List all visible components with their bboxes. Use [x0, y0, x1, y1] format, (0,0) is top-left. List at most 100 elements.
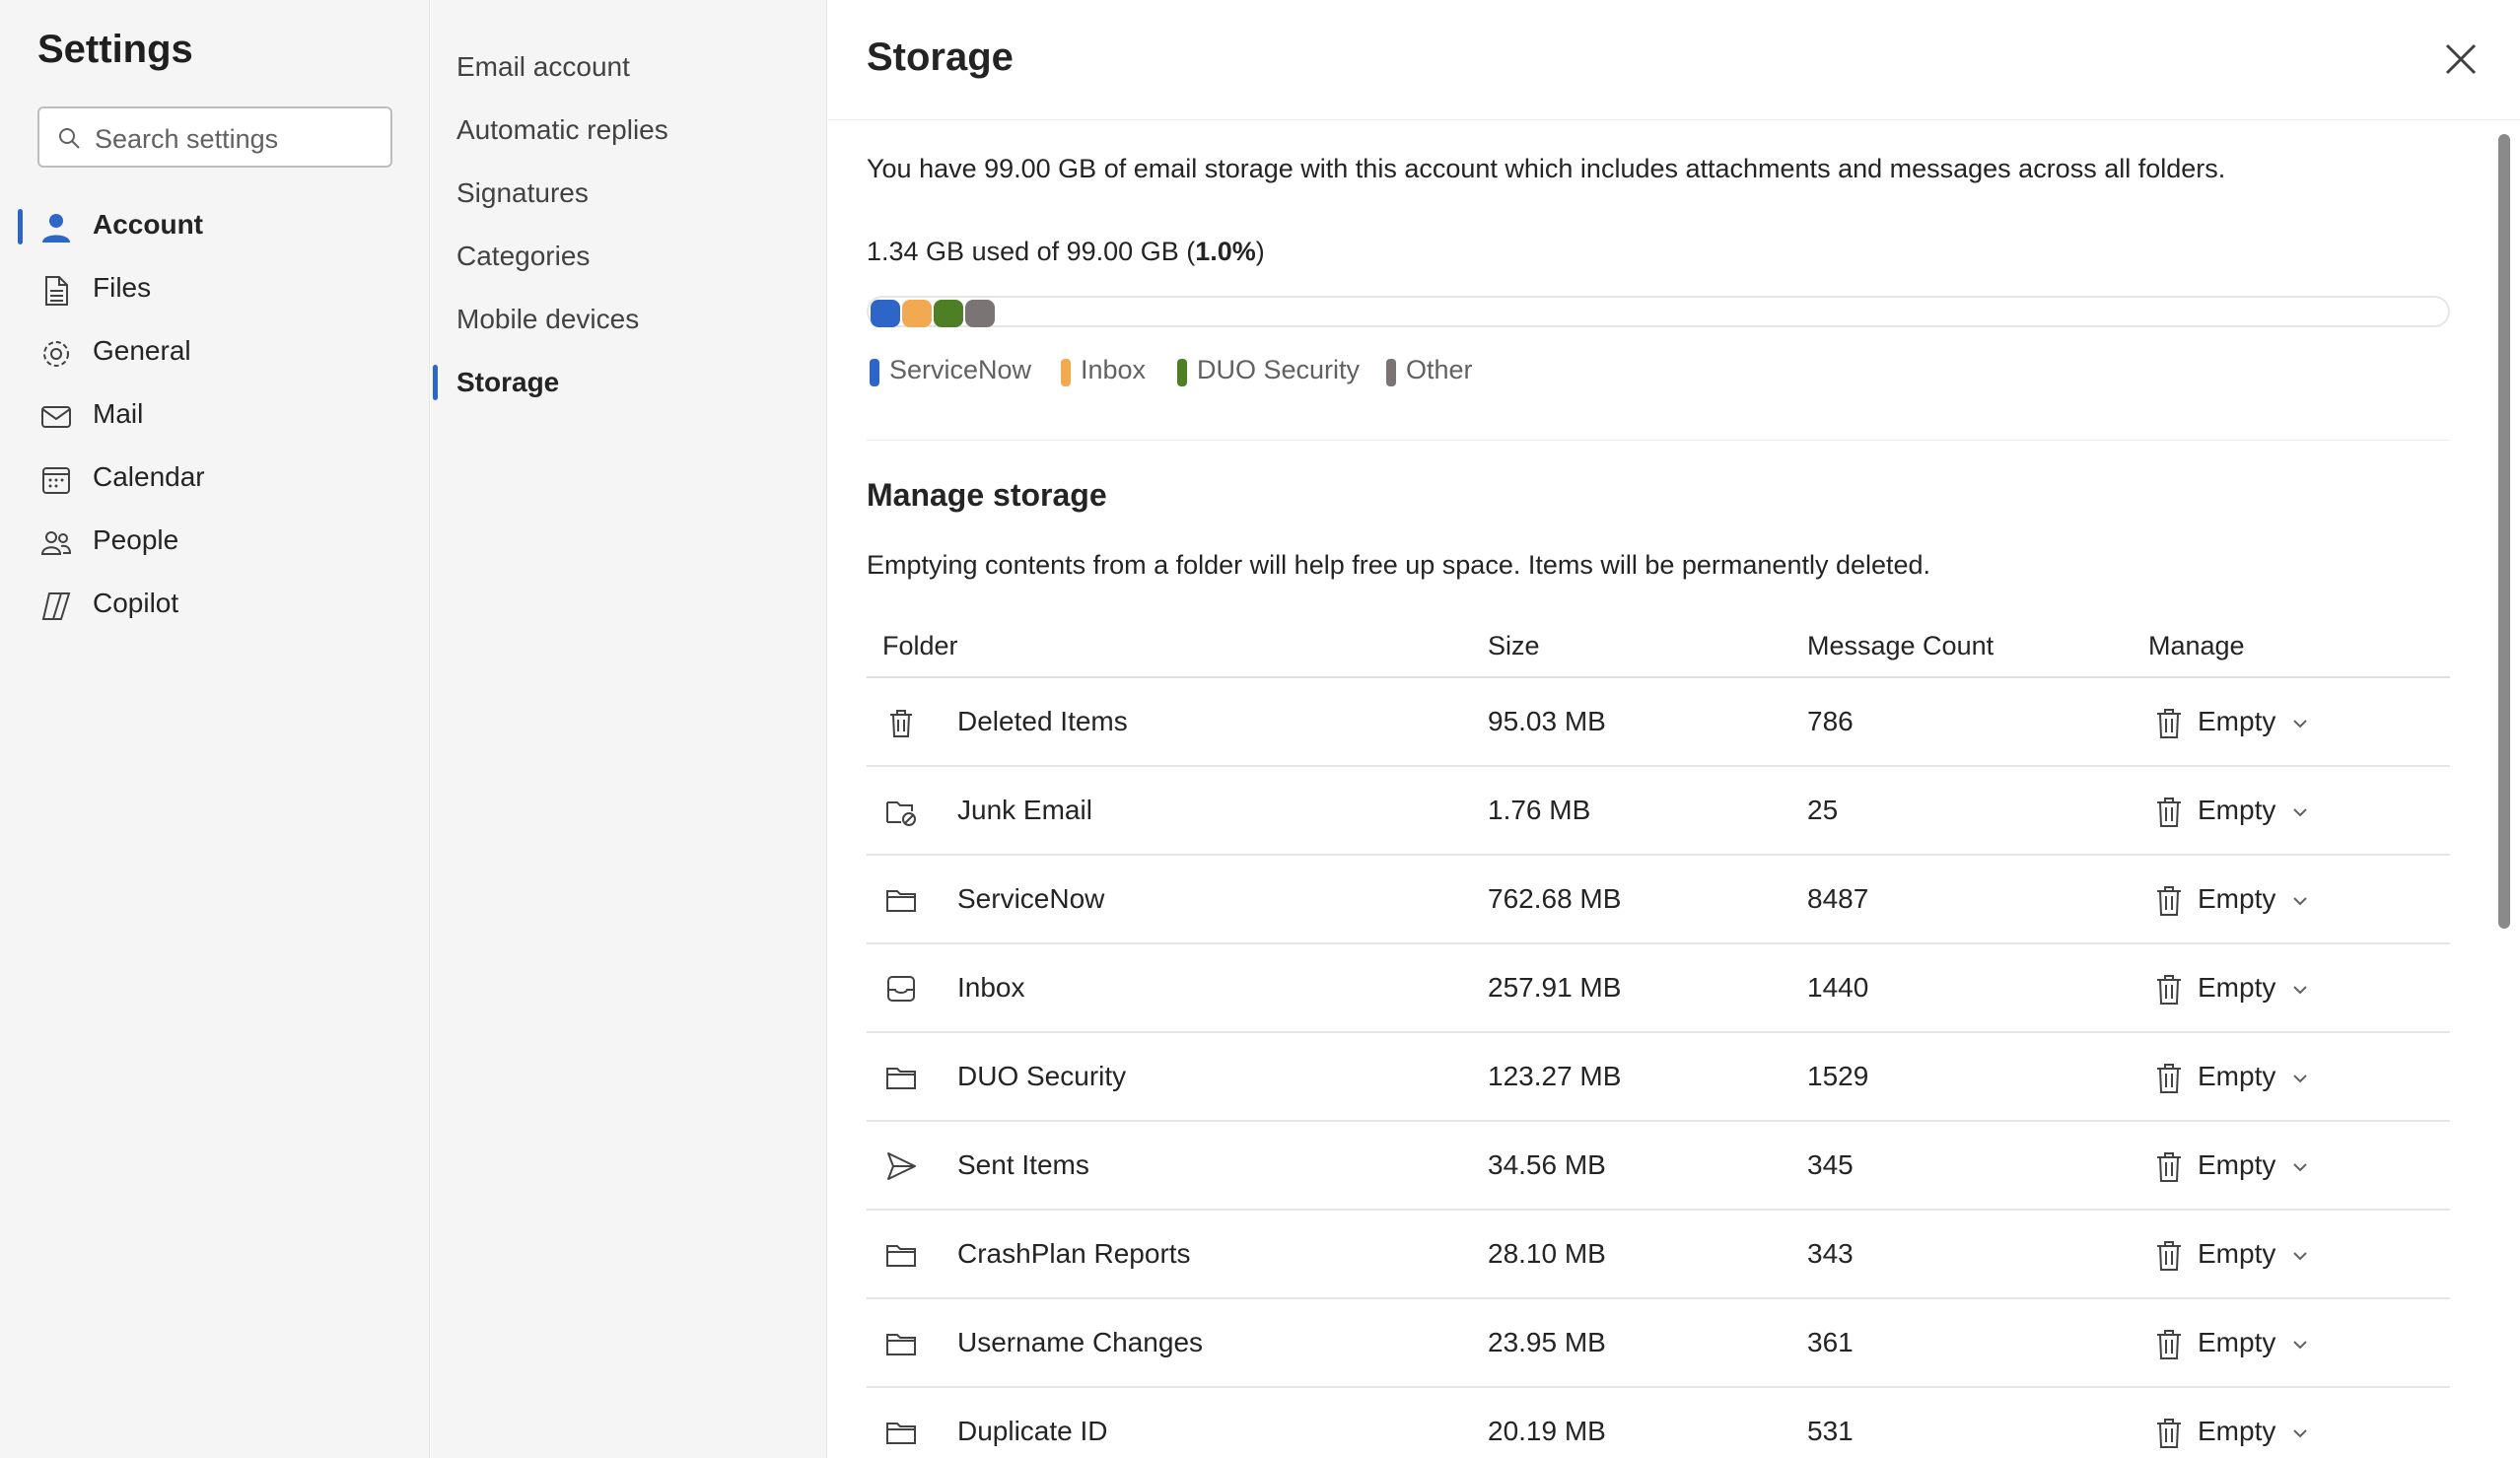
- legend-swatch: [1386, 359, 1396, 386]
- folder-size: 762.68 MB: [1488, 883, 1622, 914]
- subnav-storage[interactable]: Storage: [431, 355, 825, 410]
- nav-item-general[interactable]: General: [0, 323, 430, 382]
- folder-icon: [886, 1245, 916, 1267]
- table-row: Duplicate ID 20.19 MB 531 Empty: [867, 1388, 2450, 1458]
- table-row: Username Changes 23.95 MB 361 Empty: [867, 1299, 2450, 1388]
- subnav-mobile-devices[interactable]: Mobile devices: [431, 292, 825, 347]
- empty-label: Empty: [2198, 1238, 2276, 1269]
- table-row: Sent Items 34.56 MB 345 Empty: [867, 1122, 2450, 1211]
- nav-item-people[interactable]: People: [0, 513, 430, 572]
- message-count: 786: [1807, 706, 1854, 736]
- empty-folder-button[interactable]: Empty: [2148, 789, 2326, 836]
- nav-item-copilot[interactable]: Copilot: [0, 576, 430, 635]
- trash-icon: [2157, 1152, 2181, 1182]
- search-placeholder: Search settings: [95, 124, 279, 154]
- chevron-down-icon: [2293, 1252, 2307, 1261]
- folder-name: DUO Security: [957, 1061, 1127, 1091]
- folder-icon: [886, 1334, 916, 1355]
- folder-name: Username Changes: [957, 1327, 1204, 1357]
- subnav-label: Mobile devices: [456, 304, 640, 334]
- empty-folder-button[interactable]: Empty: [2148, 1321, 2326, 1368]
- nav-item-files[interactable]: Files: [0, 260, 430, 319]
- chevron-down-icon: [2293, 1075, 2307, 1083]
- usage-suffix: ): [1255, 237, 1265, 266]
- empty-folder-button[interactable]: Empty: [2148, 1410, 2326, 1457]
- legend-swatch: [1061, 359, 1071, 386]
- nav-item-calendar[interactable]: Calendar: [0, 450, 430, 509]
- column-header-manage: Manage: [2148, 631, 2245, 660]
- search-icon: [59, 128, 80, 149]
- settings-nav: Settings Search settings Account Files G…: [0, 0, 430, 1458]
- subnav-automatic-replies[interactable]: Automatic replies: [431, 103, 825, 158]
- chevron-down-icon: [2293, 1341, 2307, 1350]
- manage-storage-title: Manage storage: [867, 477, 1107, 513]
- panel-header: Storage: [828, 0, 2520, 120]
- folder-size: 34.56 MB: [1488, 1149, 1606, 1180]
- scrollbar[interactable]: [2498, 134, 2510, 929]
- nav-item-label: Mail: [93, 398, 144, 429]
- person-icon: [42, 214, 70, 243]
- empty-folder-button[interactable]: Empty: [2148, 877, 2326, 925]
- folder-size: 28.10 MB: [1488, 1238, 1606, 1269]
- nav-item-label: Files: [93, 272, 152, 303]
- trash-icon: [2157, 1064, 2181, 1093]
- send-icon: [887, 1152, 916, 1180]
- close-icon[interactable]: [2439, 37, 2483, 81]
- subnav-label: Storage: [456, 367, 560, 397]
- chevron-down-icon: [2293, 986, 2307, 995]
- table-row: ServiceNow 762.68 MB 8487 Empty: [867, 856, 2450, 944]
- folder-size: 23.95 MB: [1488, 1327, 1606, 1357]
- empty-label: Empty: [2198, 972, 2276, 1003]
- people-icon: [40, 531, 72, 555]
- trash-icon: [2157, 1419, 2181, 1448]
- folder-size: 257.91 MB: [1488, 972, 1622, 1003]
- trash-icon: [890, 710, 912, 737]
- storage-description: You have 99.00 GB of email storage with …: [867, 154, 2226, 183]
- usage-segment-inbox: [902, 300, 932, 327]
- legend-label: ServiceNow: [889, 355, 1032, 384]
- folder-icon: [886, 890, 916, 912]
- column-header-size: Size: [1488, 631, 1540, 660]
- empty-label: Empty: [2198, 1416, 2276, 1446]
- nav-item-account[interactable]: Account: [0, 197, 430, 256]
- chevron-down-icon: [2293, 1429, 2307, 1438]
- storage-usage-bar: [867, 296, 2450, 327]
- message-count: 25: [1807, 795, 1839, 825]
- subnav-label: Email account: [456, 51, 630, 82]
- table-row: Deleted Items 95.03 MB 786 Empty: [867, 678, 2450, 767]
- table-row: CrashPlan Reports 28.10 MB 343 Empty: [867, 1211, 2450, 1299]
- subnav-categories[interactable]: Categories: [431, 229, 825, 284]
- usage-prefix: 1.34 GB used of 99.00 GB (: [867, 237, 1196, 266]
- folder-name: Duplicate ID: [957, 1416, 1108, 1446]
- subnav-label: Signatures: [456, 177, 589, 208]
- trash-icon: [2157, 1241, 2181, 1271]
- empty-folder-button[interactable]: Empty: [2148, 1144, 2326, 1191]
- page-title: Storage: [867, 35, 1014, 79]
- file-icon: [45, 276, 68, 306]
- empty-folder-button[interactable]: Empty: [2148, 1232, 2326, 1280]
- folder-name: Inbox: [957, 972, 1025, 1003]
- legend-swatch: [870, 359, 879, 386]
- empty-label: Empty: [2198, 1327, 2276, 1357]
- folder-icon: [886, 1068, 916, 1089]
- nav-item-mail[interactable]: Mail: [0, 386, 430, 446]
- folder-size: 1.76 MB: [1488, 795, 1591, 825]
- chevron-down-icon: [2293, 897, 2307, 906]
- settings-title: Settings: [37, 28, 193, 71]
- empty-folder-button[interactable]: Empty: [2148, 1055, 2326, 1102]
- message-count: 345: [1807, 1149, 1854, 1180]
- chevron-down-icon: [2293, 1163, 2307, 1172]
- search-settings-input[interactable]: Search settings: [37, 106, 392, 168]
- folder-size: 20.19 MB: [1488, 1416, 1606, 1446]
- empty-folder-button[interactable]: Empty: [2148, 966, 2326, 1013]
- empty-label: Empty: [2198, 1149, 2276, 1180]
- subnav-signatures[interactable]: Signatures: [431, 166, 825, 221]
- message-count: 361: [1807, 1327, 1854, 1357]
- usage-percent: 1.0%: [1195, 237, 1256, 266]
- subnav-email-account[interactable]: Email account: [431, 39, 825, 95]
- nav-item-label: Calendar: [93, 461, 205, 492]
- trash-icon: [2157, 709, 2181, 738]
- subnav-label: Categories: [456, 241, 591, 271]
- gear-icon: [43, 341, 69, 367]
- empty-folder-button[interactable]: Empty: [2148, 700, 2326, 747]
